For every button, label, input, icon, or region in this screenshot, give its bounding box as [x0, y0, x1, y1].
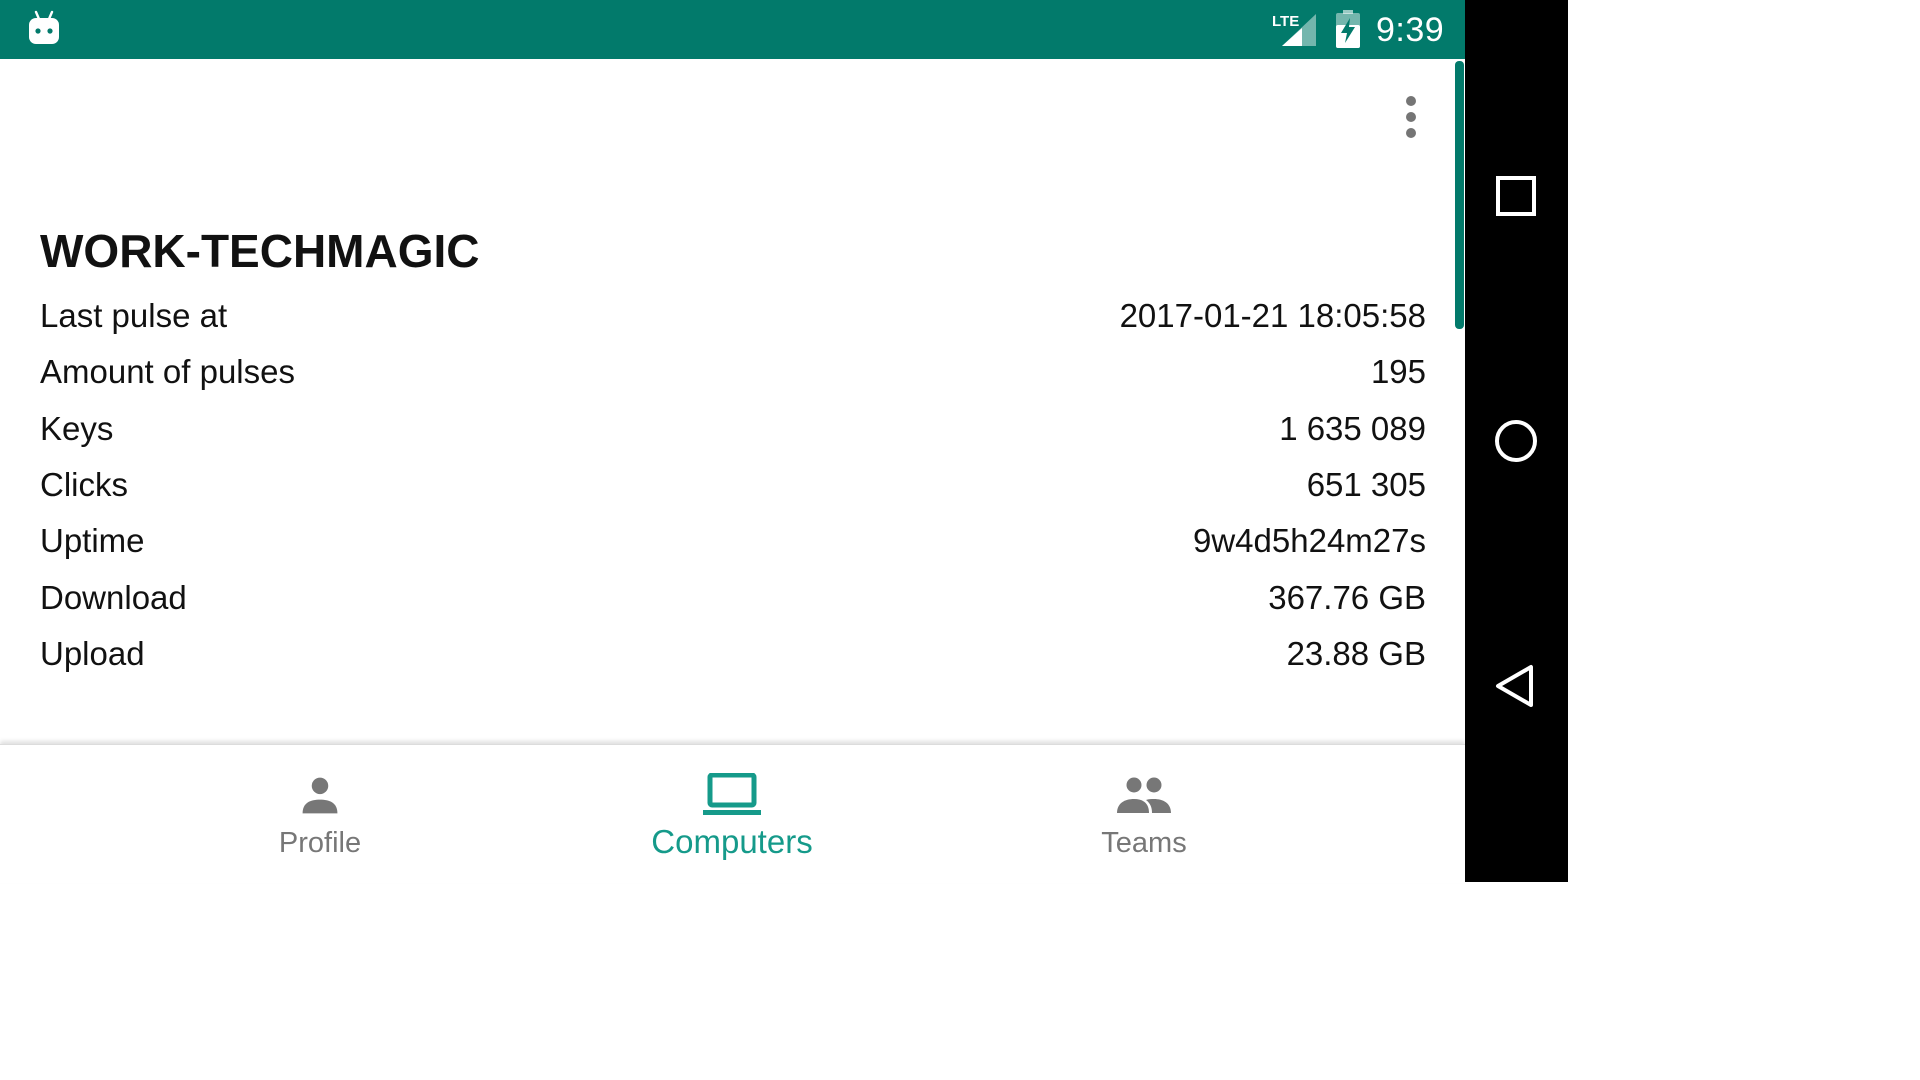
computer-details[interactable]: WORK-TECHMAGIC Last pulse at 2017-01-21 … — [0, 59, 1465, 744]
scrollbar[interactable] — [1455, 61, 1464, 329]
bottom-navigation: Profile Computers Teams — [0, 744, 1465, 883]
stat-row-clicks: Clicks 651 305 — [40, 457, 1426, 513]
app-screen: LTE 9:39 WORK-TECHMAGIC Last pulse at 20… — [0, 0, 1568, 883]
status-bar: LTE 9:39 — [0, 0, 1465, 59]
stat-label: Last pulse at — [40, 297, 228, 335]
nav-tab-computers[interactable]: Computers — [612, 745, 852, 883]
nav-tab-teams[interactable]: Teams — [1044, 745, 1244, 883]
nav-label-teams: Teams — [1101, 827, 1187, 859]
computer-name: WORK-TECHMAGIC — [40, 225, 480, 277]
stats-list: Last pulse at 2017-01-21 18:05:58 Amount… — [40, 288, 1426, 682]
stat-row-download: Download 367.76 GB — [40, 569, 1426, 625]
stat-row-keys: Keys 1 635 089 — [40, 401, 1426, 457]
nav-tab-profile[interactable]: Profile — [220, 745, 420, 883]
stat-value: 651 305 — [1306, 466, 1426, 504]
battery-charging-icon — [1336, 10, 1360, 48]
stat-row-uptime: Uptime 9w4d5h24m27s — [40, 513, 1426, 569]
stat-label: Upload — [40, 634, 145, 672]
back-icon[interactable] — [1490, 660, 1542, 712]
stat-row-last-pulse: Last pulse at 2017-01-21 18:05:58 — [40, 288, 1426, 344]
stat-row-upload: Upload 23.88 GB — [40, 626, 1426, 682]
stat-row-amount-of-pulses: Amount of pulses 195 — [40, 344, 1426, 400]
home-icon[interactable] — [1490, 415, 1542, 467]
more-options-icon[interactable] — [1391, 95, 1431, 143]
nav-label-computers: Computers — [651, 823, 813, 860]
person-icon — [302, 777, 338, 814]
stat-value: 23.88 GB — [1286, 634, 1426, 672]
clock: 9:39 — [1376, 11, 1445, 49]
stat-value: 9w4d5h24m27s — [1193, 522, 1426, 560]
stat-value: 1 635 089 — [1279, 409, 1426, 447]
stat-value: 195 — [1370, 353, 1426, 391]
stat-value: 367.76 GB — [1268, 578, 1426, 616]
stat-value: 2017-01-21 18:05:58 — [1119, 297, 1426, 335]
stat-label: Clicks — [40, 466, 128, 504]
android-debug-icon — [29, 10, 59, 44]
stat-label: Amount of pulses — [40, 353, 295, 391]
stat-label: Keys — [40, 409, 114, 447]
recents-icon[interactable] — [1490, 170, 1542, 222]
system-navigation-bar — [1465, 0, 1568, 882]
laptop-icon — [703, 773, 761, 815]
stat-label: Download — [40, 578, 187, 616]
lte-signal-icon: LTE — [1272, 13, 1316, 46]
network-type-label: LTE — [1272, 13, 1299, 30]
people-icon — [1117, 777, 1171, 813]
nav-label-profile: Profile — [278, 827, 362, 859]
stat-label: Uptime — [40, 522, 145, 560]
